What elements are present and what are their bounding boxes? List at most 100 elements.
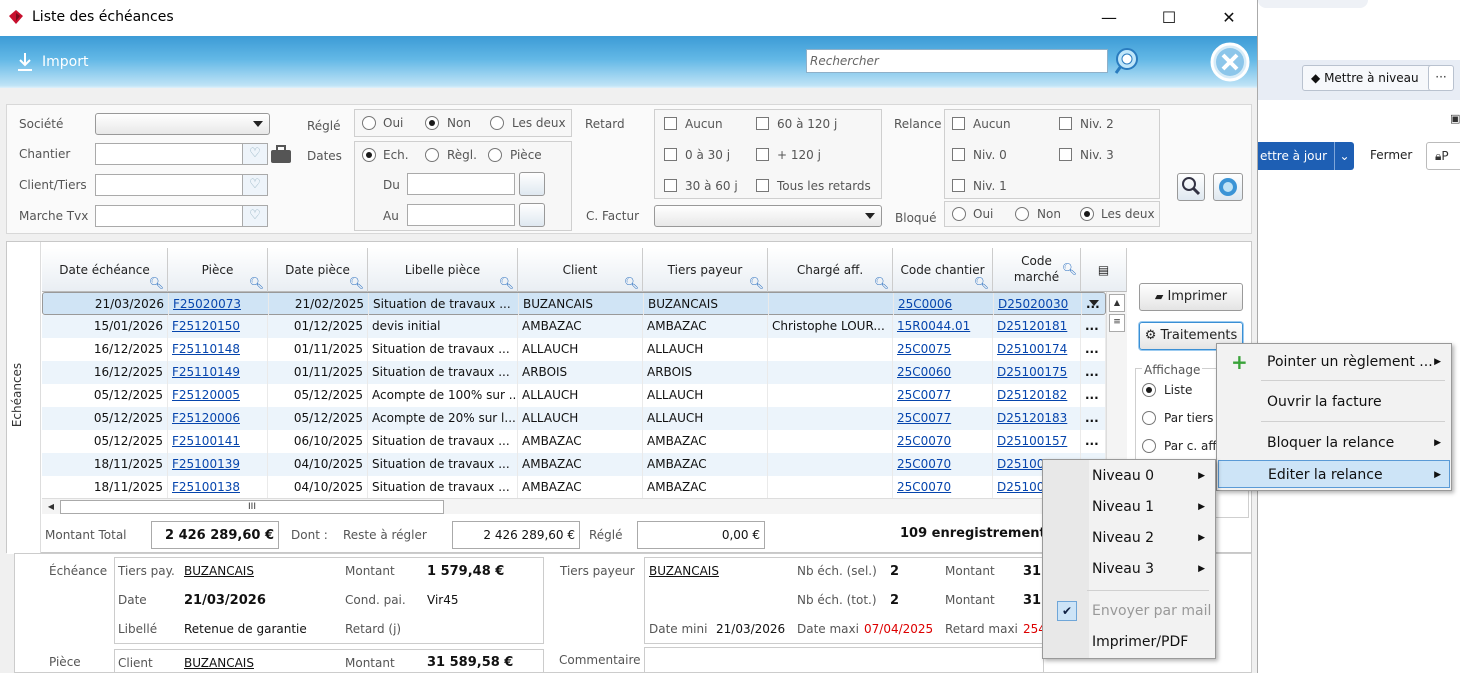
table-cell[interactable]: 25C0006	[894, 293, 994, 316]
row-menu-button[interactable]: ...	[1081, 384, 1106, 407]
col-date-piece[interactable]: Date pièce 🔍︎	[268, 248, 368, 292]
regle-non-radio[interactable]	[425, 116, 439, 130]
table-cell[interactable]: F25120006	[168, 407, 268, 430]
menu-pointer-reglement[interactable]: + Pointer un règlement ... ▶	[1219, 348, 1449, 376]
submenu-niveau-1[interactable]: Niveau 1 ▶	[1045, 493, 1213, 521]
menu-bloquer-relance[interactable]: Bloquer la relance ▶	[1219, 429, 1449, 457]
table-cell[interactable]: D25120181	[993, 315, 1081, 338]
col-charge-aff[interactable]: Chargé aff. 🔍︎	[768, 248, 893, 292]
affichage-liste-radio[interactable]	[1142, 383, 1156, 397]
menu-ouvrir-facture[interactable]: Ouvrir la facture	[1219, 388, 1449, 416]
table-cell[interactable]: 25C0070	[893, 476, 993, 499]
calendar-icon[interactable]	[519, 203, 545, 227]
col-date-echeance[interactable]: Date échéance 🔍︎	[42, 248, 168, 292]
table-row[interactable]: 18/11/2025 F25100139 04/10/2025 Situation d…	[42, 453, 1106, 476]
table-row[interactable]: 05/12/2025 F25120006 05/12/2025 Acompte de …	[42, 407, 1106, 430]
close-circle-icon[interactable]	[1210, 42, 1250, 82]
retard-aucun-checkbox[interactable]	[664, 117, 677, 130]
table-cell[interactable]: F25100139	[168, 453, 268, 476]
table-cell[interactable]: F25120150	[168, 315, 268, 338]
table-cell[interactable]: F25100141	[168, 430, 268, 453]
submenu-niveau-3[interactable]: Niveau 3 ▶	[1045, 555, 1213, 583]
scroll-up-icon[interactable]: ▲	[1109, 294, 1125, 312]
table-cell[interactable]: F25120005	[168, 384, 268, 407]
table-cell[interactable]: 15R0044.01	[893, 315, 993, 338]
import-button[interactable]: Import	[42, 54, 88, 70]
table-cell[interactable]: F25110149	[168, 361, 268, 384]
menu-editer-relance[interactable]: Editer la relance ▶	[1218, 460, 1450, 488]
relance-niv2-checkbox[interactable]	[1059, 117, 1072, 130]
retard-120plus-checkbox[interactable]	[756, 148, 769, 161]
table-row[interactable]: 05/12/2025 F25120005 05/12/2025 Acompte de …	[42, 384, 1106, 407]
table-row[interactable]: 16/12/2025 F25110149 01/11/2025 Situation d…	[42, 361, 1106, 384]
chantier-input[interactable]	[95, 143, 243, 165]
favorite-icon[interactable]: ♡	[242, 205, 268, 227]
submenu-niveau-0[interactable]: Niveau 0 ▶	[1045, 462, 1213, 490]
more-button[interactable]: ···	[1428, 65, 1454, 91]
retard-60-120-checkbox[interactable]	[756, 117, 769, 130]
search-icon[interactable]	[1177, 173, 1205, 201]
briefcase-icon[interactable]	[269, 143, 293, 165]
submenu-imprimer-pdf[interactable]: Imprimer/PDF	[1045, 628, 1213, 656]
relance-niv0-checkbox[interactable]	[952, 148, 965, 161]
maximize-button[interactable]: ☐	[1154, 6, 1184, 30]
search-globe-icon[interactable]	[1112, 46, 1142, 76]
dates-piece-radio[interactable]	[488, 148, 502, 162]
retard-30-60-checkbox[interactable]	[664, 179, 677, 192]
bloque-oui-radio[interactable]	[952, 207, 966, 221]
hscroll-thumb[interactable]: III	[60, 500, 444, 514]
row-menu-button[interactable]: ...	[1081, 407, 1106, 430]
upgrade-button[interactable]: ◆ Mettre à niveau	[1302, 65, 1440, 91]
table-cell[interactable]: 25C0077	[893, 384, 993, 407]
imprimer-button[interactable]: ▰ Imprimer	[1139, 283, 1243, 311]
retard-0-30-checkbox[interactable]	[664, 148, 677, 161]
table-row[interactable]: 21/03/2026 F25020073 21/02/2025 Situation d…	[42, 292, 1107, 316]
retard-tous-checkbox[interactable]	[756, 179, 769, 192]
chevron-down-icon[interactable]: ⌄	[1334, 142, 1354, 170]
relance-aucun-checkbox[interactable]	[952, 117, 965, 130]
refresh-icon[interactable]	[1213, 173, 1243, 201]
du-input[interactable]	[407, 173, 515, 195]
col-code-chantier[interactable]: Code chantier 🔍︎	[893, 248, 993, 292]
col-piece[interactable]: Pièce 🔍︎	[168, 248, 268, 292]
tiers-payeur-link[interactable]: BUZANCAIS	[649, 564, 719, 578]
close-window-button[interactable]: ✕	[1214, 6, 1244, 30]
scroll-thumb[interactable]: ≡	[1109, 314, 1125, 332]
col-tiers-payeur[interactable]: Tiers payeur 🔍︎	[643, 248, 768, 292]
table-cell[interactable]: F25020073	[169, 293, 269, 316]
societe-select[interactable]	[95, 113, 270, 135]
client-input[interactable]	[95, 174, 243, 196]
table-cell[interactable]: D25020030	[994, 293, 1082, 316]
table-row[interactable]: 18/11/2025 F25100138 04/10/2025 Situation d…	[42, 476, 1106, 499]
table-cell[interactable]: D25100174	[993, 338, 1081, 361]
marche-input[interactable]	[95, 205, 243, 227]
client-link[interactable]: BUZANCAIS	[184, 656, 254, 670]
dates-ech-radio[interactable]	[362, 148, 376, 162]
table-cell[interactable]: 25C0060	[893, 361, 993, 384]
cfactur-select[interactable]	[654, 205, 882, 227]
search-input[interactable]: Rechercher	[806, 49, 1108, 73]
table-cell[interactable]: 25C0070	[893, 453, 993, 476]
submenu-envoyer-mail[interactable]: ✔ Envoyer par mail	[1045, 597, 1213, 625]
col-client[interactable]: Client 🔍︎	[518, 248, 643, 292]
row-menu-button[interactable]: ...	[1081, 315, 1106, 338]
table-cell[interactable]: 25C0075	[893, 338, 993, 361]
table-cell[interactable]: D25100175	[993, 361, 1081, 384]
table-row[interactable]: 16/12/2025 F25110148 01/11/2025 Situation d…	[42, 338, 1106, 361]
commentaire-box[interactable]	[644, 647, 1044, 673]
au-input[interactable]	[407, 204, 515, 226]
row-menu-button[interactable]: ...	[1081, 361, 1106, 384]
affichage-tiers-radio[interactable]	[1142, 411, 1156, 425]
table-cell[interactable]: F25110148	[168, 338, 268, 361]
search-icon[interactable]: 🔍︎	[1062, 261, 1077, 277]
regle-oui-radio[interactable]	[362, 116, 376, 130]
bloque-non-radio[interactable]	[1015, 207, 1029, 221]
bloque-lesdeux-radio[interactable]	[1080, 207, 1094, 221]
favorite-icon[interactable]: ♡	[242, 143, 268, 165]
table-cell[interactable]: F25100138	[168, 476, 268, 499]
row-menu-button[interactable]: ...	[1082, 293, 1107, 316]
table-cell[interactable]: D25120183	[993, 407, 1081, 430]
row-menu-button[interactable]: ...	[1081, 338, 1106, 361]
affichage-caff-radio[interactable]	[1142, 439, 1156, 453]
scroll-left-icon[interactable]: ◀	[44, 500, 58, 514]
